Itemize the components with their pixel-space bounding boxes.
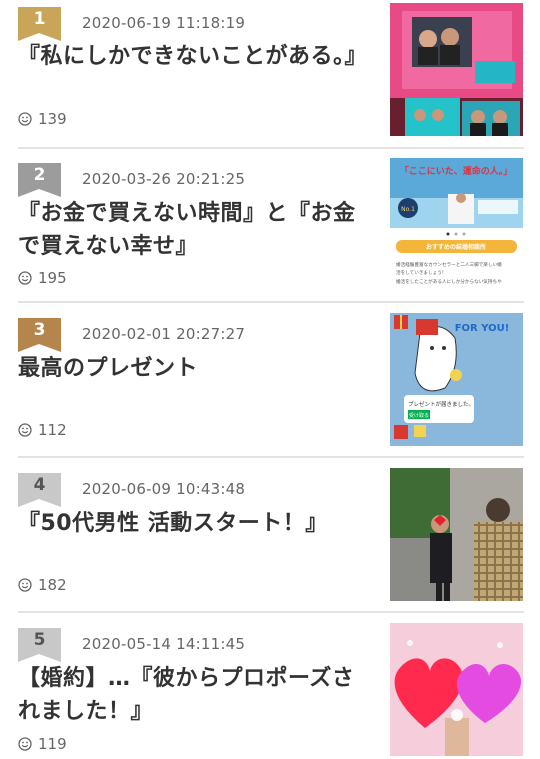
article-item[interactable]: 4 2020-06-09 10:43:48 『50代男性 活動スタート！』 18… <box>0 458 540 611</box>
post-date: 2020-03-26 20:21:25 <box>82 170 246 188</box>
smile-icon <box>18 112 32 126</box>
article-item[interactable]: 3 2020-02-01 20:27:27 最高のプレゼント 112 FOR Y… <box>0 303 540 456</box>
like-count: 182 <box>18 576 67 594</box>
article-title[interactable]: 『50代男性 活動スタート！』 <box>18 507 370 540</box>
article-thumbnail[interactable] <box>390 468 523 601</box>
like-number: 119 <box>38 735 67 753</box>
rank-badge: 4 <box>18 473 61 507</box>
chat-message: プレゼントが届きました。 <box>408 400 474 408</box>
smile-icon <box>18 423 32 437</box>
chat-receive: 受け取る <box>409 412 429 419</box>
article-title[interactable]: 『お金で買えない時間』と『お金で買えない幸せ』 <box>18 197 370 263</box>
like-number: 112 <box>38 421 67 439</box>
article-thumbnail[interactable]: FOR YOU! プレゼントが届きました。 受け取る <box>390 313 523 446</box>
like-count: 119 <box>18 735 67 753</box>
rank-number: 3 <box>33 320 46 340</box>
banner-caption: 婚活経験豊富なカウンセラーと二人三脚で楽しい婚 <box>396 261 502 268</box>
smile-icon <box>18 271 32 285</box>
like-number: 182 <box>38 576 67 594</box>
rank-number: 1 <box>33 9 46 29</box>
article-title[interactable]: 【婚約】…『彼からプロポーズされました！』 <box>18 662 370 728</box>
banner-caption: 活をしていきましょう！ <box>396 269 446 276</box>
rank-badge: 5 <box>18 628 61 662</box>
post-date: 2020-05-14 14:11:45 <box>82 635 246 653</box>
sticker-text: FOR YOU! <box>455 323 510 334</box>
post-date: 2020-06-19 11:18:19 <box>82 14 246 32</box>
banner-caption: 婚活をしたことがある人にしか分からない気持ちや <box>396 278 502 285</box>
banner-badge: No.1 <box>401 206 415 213</box>
article-item[interactable]: 1 2020-06-19 11:18:19 『私にしかできないことがある。』 1… <box>0 0 540 147</box>
rank-number: 5 <box>33 630 46 650</box>
like-number: 139 <box>38 110 67 128</box>
banner-button: おすすめの結婚相談所 <box>426 243 486 251</box>
post-date: 2020-02-01 20:27:27 <box>82 325 246 343</box>
like-count: 195 <box>18 269 67 287</box>
rank-badge: 3 <box>18 318 61 352</box>
rank-badge: 2 <box>18 163 61 197</box>
like-count: 139 <box>18 110 67 128</box>
article-title[interactable]: 最高のプレゼント <box>18 352 370 385</box>
article-thumbnail[interactable]: 「ここにいた、運命の人。」 No.1 おすすめの結婚相談所 婚活経験豊富なカウン… <box>390 158 523 291</box>
article-thumbnail[interactable] <box>390 623 523 756</box>
rank-badge: 1 <box>18 7 61 41</box>
article-title[interactable]: 『私にしかできないことがある。』 <box>18 40 370 73</box>
like-number: 195 <box>38 269 67 287</box>
rank-number: 2 <box>33 165 46 185</box>
like-count: 112 <box>18 421 67 439</box>
article-item[interactable]: 5 2020-05-14 14:11:45 【婚約】…『彼からプロポーズされまし… <box>0 613 540 759</box>
rank-number: 4 <box>33 475 46 495</box>
banner-title: 「ここにいた、運命の人。」 <box>400 165 513 177</box>
smile-icon <box>18 737 32 751</box>
article-item[interactable]: 2 2020-03-26 20:21:25 『お金で買えない時間』と『お金で買え… <box>0 149 540 302</box>
article-thumbnail[interactable] <box>390 3 523 136</box>
post-date: 2020-06-09 10:43:48 <box>82 480 246 498</box>
smile-icon <box>18 578 32 592</box>
